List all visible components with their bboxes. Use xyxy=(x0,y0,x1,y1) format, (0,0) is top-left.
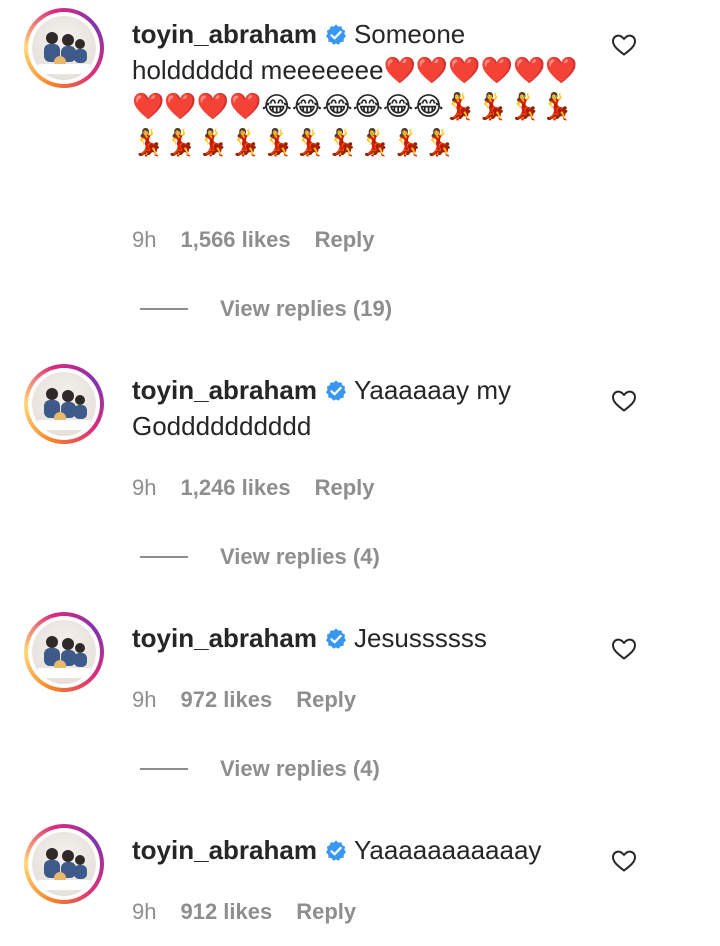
verified-badge-icon xyxy=(325,628,346,649)
avatar-photo xyxy=(32,832,96,896)
comment-text-block: toyin_abraham Someone holdddddd meeeeeee❤… xyxy=(132,16,592,160)
comment-meta: 9h 1,566 likes Reply xyxy=(132,227,375,253)
comment-username[interactable]: toyin_abraham xyxy=(132,19,317,49)
avatar-photo xyxy=(32,372,96,436)
comment-likes[interactable]: 1,566 likes xyxy=(180,227,290,253)
comment-text-block: toyin_abraham Jesussssss xyxy=(132,620,592,656)
avatar-photo xyxy=(32,16,96,80)
avatar[interactable] xyxy=(24,8,104,88)
view-replies-label: View replies (19) xyxy=(220,296,393,321)
verified-badge-icon xyxy=(325,24,346,45)
replies-divider xyxy=(140,308,188,310)
comment-username[interactable]: toyin_abraham xyxy=(132,623,317,653)
replies-divider xyxy=(140,556,188,558)
comment-body: Jesussssss xyxy=(353,623,487,653)
comment-username[interactable]: toyin_abraham xyxy=(132,375,317,405)
comment-meta: 9h 912 likes Reply xyxy=(132,899,356,925)
reply-button[interactable]: Reply xyxy=(296,899,356,925)
replies-divider xyxy=(140,768,188,770)
heart-outline-icon[interactable] xyxy=(611,849,637,873)
comment-time: 9h xyxy=(132,475,157,500)
avatar[interactable] xyxy=(24,824,104,904)
comment-meta: 9h 1,246 likes Reply xyxy=(132,475,375,501)
view-replies-label: View replies (4) xyxy=(220,544,380,569)
avatar-photo xyxy=(32,620,96,684)
avatar[interactable] xyxy=(24,612,104,692)
view-replies-button[interactable]: View replies (4) xyxy=(140,756,380,782)
reply-button[interactable]: Reply xyxy=(315,227,375,253)
comment-time: 9h xyxy=(132,687,157,712)
comment-time: 9h xyxy=(132,227,157,252)
comment-likes[interactable]: 972 likes xyxy=(180,687,272,713)
avatar[interactable] xyxy=(24,364,104,444)
comment-likes[interactable]: 1,246 likes xyxy=(180,475,290,501)
comment-meta: 9h 972 likes Reply xyxy=(132,687,356,713)
heart-outline-icon[interactable] xyxy=(611,33,637,57)
view-replies-label: View replies (4) xyxy=(220,756,380,781)
comment-username[interactable]: toyin_abraham xyxy=(132,835,317,865)
reply-button[interactable]: Reply xyxy=(315,475,375,501)
view-replies-button[interactable]: View replies (19) xyxy=(140,296,392,322)
comment-body: Yaaaaaaaaaaay xyxy=(353,835,542,865)
comment-time: 9h xyxy=(132,899,157,924)
comment-likes[interactable]: 912 likes xyxy=(180,899,272,925)
verified-badge-icon xyxy=(325,380,346,401)
view-replies-button[interactable]: View replies (4) xyxy=(140,544,380,570)
verified-badge-icon xyxy=(325,840,346,861)
heart-outline-icon[interactable] xyxy=(611,389,637,413)
heart-outline-icon[interactable] xyxy=(611,637,637,661)
reply-button[interactable]: Reply xyxy=(296,687,356,713)
comment-text-block: toyin_abraham Yaaaaaaaaaaay xyxy=(132,832,592,868)
comment-text-block: toyin_abraham Yaaaaaay my Godddddddddd xyxy=(132,372,592,444)
